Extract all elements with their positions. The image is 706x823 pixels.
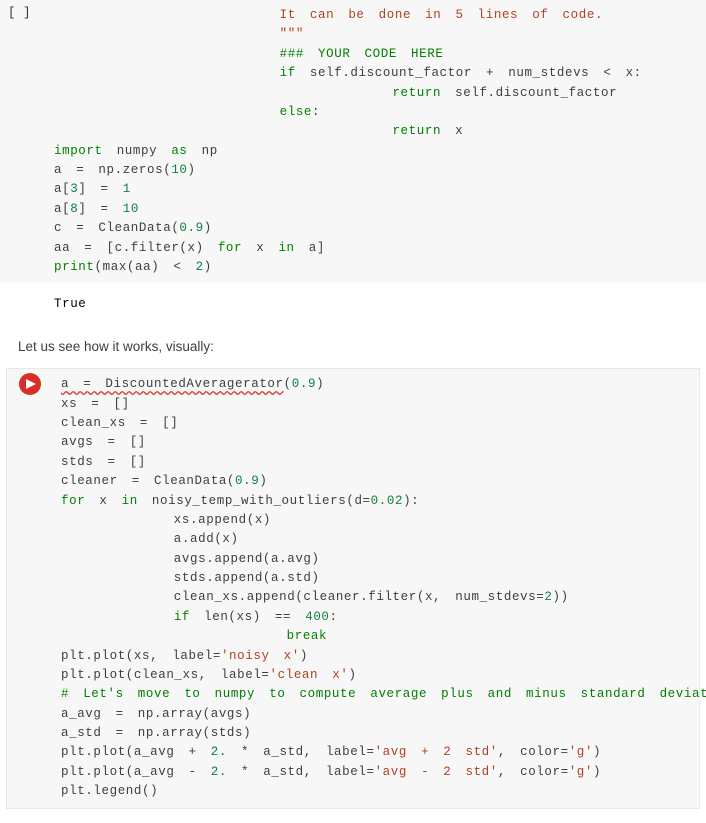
play-icon [26,379,36,389]
code-block-1[interactable]: It can be done in 5 lines of code. """ #… [54,6,698,277]
code-cell-1: [ ] It can be done in 5 lines of code. "… [0,0,706,283]
prose-text: Let us see how it works, visually: [0,325,706,368]
run-button[interactable] [19,373,41,395]
code-block-2[interactable]: a = DiscountedAveragerator(0.9) xs = [] … [61,375,691,801]
cell-output-1: True [0,283,706,325]
code-cell-2: a = DiscountedAveragerator(0.9) xs = [] … [6,368,700,808]
cell-gutter: [ ] [8,6,31,20]
